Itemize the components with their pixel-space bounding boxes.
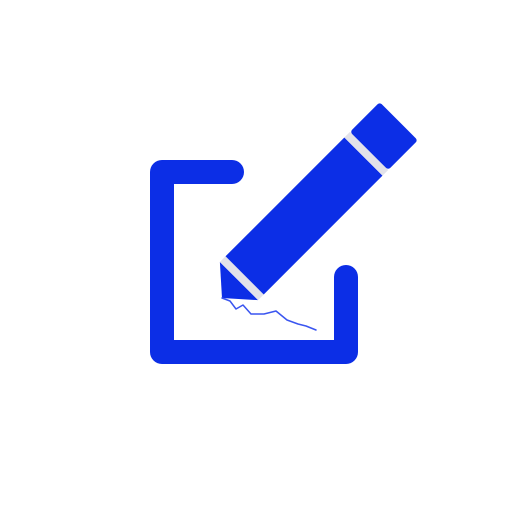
- edit-compose-icon: [150, 103, 417, 364]
- pencil-body: [225, 137, 383, 295]
- ink-scribble: [221, 297, 317, 331]
- pencil-icon: [219, 103, 417, 301]
